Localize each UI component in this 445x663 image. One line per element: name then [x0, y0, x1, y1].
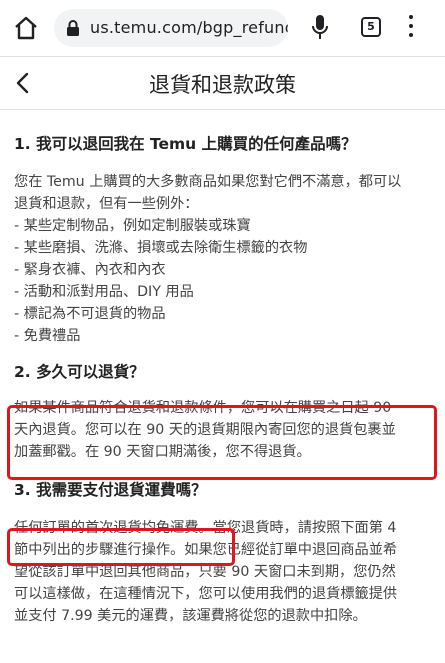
faq-answer-line: 節中列出的步驟進行操作。如果您已經從訂單中退回商品並希	[14, 542, 398, 558]
list-item: - 活動和派對用品、DIY 用品	[14, 284, 194, 300]
list-item: - 某些磨損、洗滌、損壞或去除衛生標籤的衣物	[14, 240, 308, 256]
tab-switcher-button[interactable]: 5	[361, 17, 381, 37]
overflow-menu-icon[interactable]	[406, 15, 416, 41]
faq-answer-line: 加蓋郵戳。在 90 天窗口期滿後，您不得退貨。	[14, 444, 311, 460]
faq-question: 3. 我需要支付退貨運費嗎？	[14, 481, 207, 499]
microphone-icon[interactable]	[310, 13, 330, 43]
faq-answer-line: 任何訂單的首次退貨均免運費。當您退貨時，請按照下面第 4	[14, 520, 397, 536]
home-icon[interactable]	[12, 14, 40, 42]
faq-answer-line: 望從該訂單中退回其他商品，只要 90 天窗口未到期，您仍然	[14, 564, 396, 580]
exceptions-list: - 某些定制物品，例如定制服裝或珠寶 - 某些磨損、洗滌、損壞或去除衛生標籤的衣…	[14, 215, 434, 347]
page-title: 退貨和退款政策	[149, 73, 296, 97]
page-header: 退貨和退款政策	[0, 57, 445, 110]
faq-question: 1. 我可以退回我在 Temu 上購買的任何產品嗎？	[14, 135, 357, 153]
url-text: us.temu.com/bgp_refund	[90, 18, 288, 37]
faq-answer-line: 可以這樣做，在這種情況下，您可以使用我們的退貨標籤提供	[14, 586, 398, 602]
faq-answer-line: 如果某件商品符合退貨和退款條件，您可以在購買之日起 90	[14, 400, 392, 416]
faq-answer-line: 您在 Temu 上購買的大多數商品如果您對它們不滿意，都可以	[14, 174, 402, 190]
faq-answer-line: 並支付 7.99 美元的運費，該運費將從您的退款中扣除。	[14, 608, 367, 624]
list-item: - 某些定制物品，例如定制服裝或珠寶	[14, 218, 251, 234]
lock-icon	[66, 20, 80, 36]
list-item: - 標記為不可退貨的物品	[14, 306, 166, 322]
faq-answer-line: 退貨和退款，但有一些例外：	[14, 196, 199, 212]
address-bar[interactable]: us.temu.com/bgp_refund	[54, 9, 288, 47]
list-item: - 免費禮品	[14, 328, 81, 344]
faq-question: 2. 多久可以退貨？	[14, 363, 145, 381]
faq-answer-line: 天內退貨。您可以在 90 天的退貨期限內寄回您的退貨包裹並	[14, 422, 396, 438]
policy-content: 1. 我可以退回我在 Temu 上購買的任何產品嗎？ 您在 Temu 上購買的大…	[14, 133, 434, 627]
list-item: - 緊身衣褲、內衣和內衣	[14, 262, 166, 278]
browser-toolbar: us.temu.com/bgp_refund 5	[0, 0, 445, 57]
